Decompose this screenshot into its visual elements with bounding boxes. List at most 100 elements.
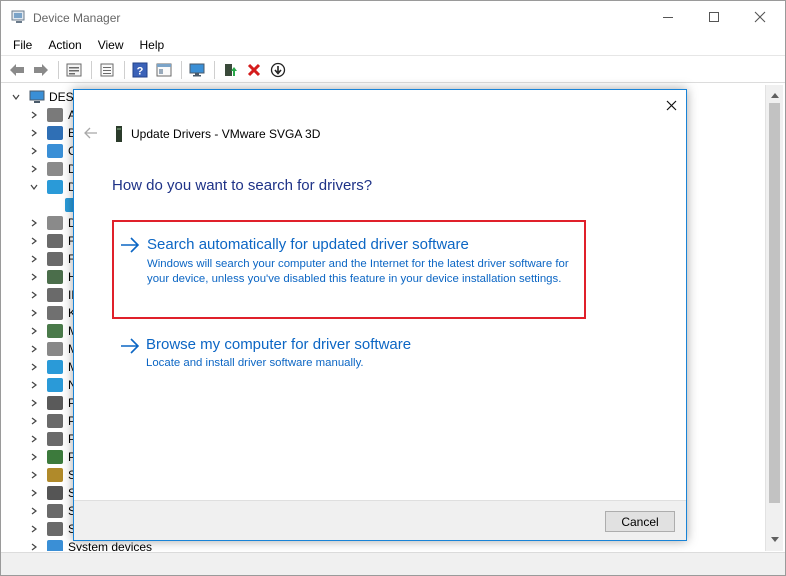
tree-node-label: System devices (68, 540, 153, 551)
title-bar: Device Manager (1, 1, 785, 34)
option-description: Locate and install driver software manua… (146, 357, 364, 369)
minimize-icon (663, 16, 673, 18)
chevron-right-icon[interactable] (30, 453, 38, 461)
scan-button[interactable] (267, 59, 289, 81)
option-title[interactable]: Search automatically for updated driver … (147, 236, 469, 253)
device-category-icon (47, 180, 63, 194)
chevron-right-icon[interactable] (30, 435, 38, 443)
browse-computer-option[interactable]: Browse my computer for driver software L… (112, 336, 586, 376)
toolbar-separator (58, 60, 59, 79)
chevron-right-icon[interactable] (30, 543, 38, 551)
device-category-icon (47, 342, 63, 356)
scroll-down-button[interactable] (766, 532, 783, 549)
back-arrow-icon (84, 127, 97, 139)
option-description: Windows will search your computer and th… (147, 258, 569, 285)
device-category-icon (47, 288, 63, 302)
option-title[interactable]: Browse my computer for driver software (146, 336, 411, 353)
menu-view[interactable]: View (90, 38, 132, 52)
chevron-right-icon[interactable] (30, 237, 38, 245)
cancel-button[interactable]: Cancel (605, 511, 675, 532)
monitor-icon (189, 63, 205, 76)
uninstall-icon (247, 63, 261, 76)
menu-file[interactable]: File (5, 38, 40, 52)
chevron-right-icon[interactable] (30, 111, 38, 119)
chevron-right-icon[interactable] (30, 165, 38, 173)
chevron-right-icon[interactable] (30, 129, 38, 137)
dialog-close-button[interactable] (660, 94, 682, 116)
chevron-right-icon[interactable] (30, 489, 38, 497)
forward-icon (34, 63, 48, 76)
chevron-right-icon[interactable] (30, 147, 38, 155)
chevron-right-icon[interactable] (30, 345, 38, 353)
search-automatically-option[interactable]: Search automatically for updated driver … (112, 220, 586, 319)
device-category-icon (47, 432, 63, 446)
chevron-right-icon[interactable] (30, 219, 38, 227)
chevron-up-icon (770, 93, 779, 98)
properties-button[interactable] (63, 59, 85, 81)
maximize-button[interactable] (691, 1, 737, 33)
uninstall-button[interactable] (243, 59, 265, 81)
maximize-icon (709, 12, 719, 22)
chevron-right-icon[interactable] (30, 255, 38, 263)
back-button[interactable] (6, 59, 28, 81)
chevron-right-icon[interactable] (30, 381, 38, 389)
close-window-button[interactable] (737, 1, 783, 33)
chevron-right-icon[interactable] (30, 417, 38, 425)
scan-icon (270, 62, 286, 77)
menu-help[interactable]: Help (132, 38, 173, 52)
device-category-icon (47, 378, 63, 392)
view-icon (156, 63, 172, 76)
device-category-icon (47, 144, 63, 158)
arrow-right-icon (121, 237, 140, 253)
help-button[interactable]: ? (129, 59, 151, 81)
device-category-icon (47, 504, 63, 518)
chevron-right-icon[interactable] (30, 525, 38, 533)
computer-icon (29, 90, 45, 103)
chevron-right-icon[interactable] (30, 309, 38, 317)
device-category-icon (47, 126, 63, 140)
monitor-button[interactable] (186, 59, 208, 81)
toolbar: ? (1, 57, 785, 83)
toolbar-separator (124, 60, 125, 79)
window-title: Device Manager (33, 11, 121, 25)
scrollbar-thumb[interactable] (769, 103, 780, 503)
chevron-right-icon[interactable] (30, 471, 38, 479)
dialog-back-button[interactable] (82, 124, 100, 142)
status-bar (1, 552, 785, 575)
forward-button[interactable] (30, 59, 52, 81)
update-driver-button[interactable] (219, 59, 241, 81)
minimize-button[interactable] (645, 1, 691, 33)
menu-action[interactable]: Action (40, 38, 89, 52)
chevron-down-icon[interactable] (12, 93, 20, 101)
chevron-right-icon[interactable] (30, 399, 38, 407)
chevron-right-icon[interactable] (30, 507, 38, 515)
device-category-icon (47, 162, 63, 176)
scroll-up-button[interactable] (766, 87, 783, 104)
chevron-down-icon[interactable] (30, 183, 38, 191)
chevron-right-icon[interactable] (30, 291, 38, 299)
device-category-icon (47, 216, 63, 230)
view-button[interactable] (153, 59, 175, 81)
device-category-icon (47, 396, 63, 410)
chevron-right-icon[interactable] (30, 363, 38, 371)
details-icon (100, 63, 114, 76)
device-category-icon (47, 468, 63, 482)
update-drivers-dialog: Update Drivers - VMware SVGA 3D How do y… (73, 89, 687, 541)
arrow-right-icon (121, 338, 140, 354)
properties-icon (66, 63, 82, 76)
device-category-icon (47, 414, 63, 428)
device-category-icon (47, 270, 63, 284)
update-driver-icon (225, 63, 237, 76)
device-category-icon (47, 522, 63, 536)
menu-bar: File Action View Help (1, 34, 785, 56)
details-button[interactable] (96, 59, 118, 81)
device-category-icon (47, 324, 63, 338)
device-category-icon (47, 450, 63, 464)
vertical-scrollbar[interactable] (765, 85, 783, 551)
chevron-right-icon[interactable] (30, 327, 38, 335)
toolbar-separator (214, 60, 215, 79)
device-category-icon (47, 234, 63, 248)
chevron-right-icon[interactable] (30, 273, 38, 281)
dialog-heading: How do you want to search for drivers? (112, 177, 373, 194)
back-icon (10, 63, 24, 76)
